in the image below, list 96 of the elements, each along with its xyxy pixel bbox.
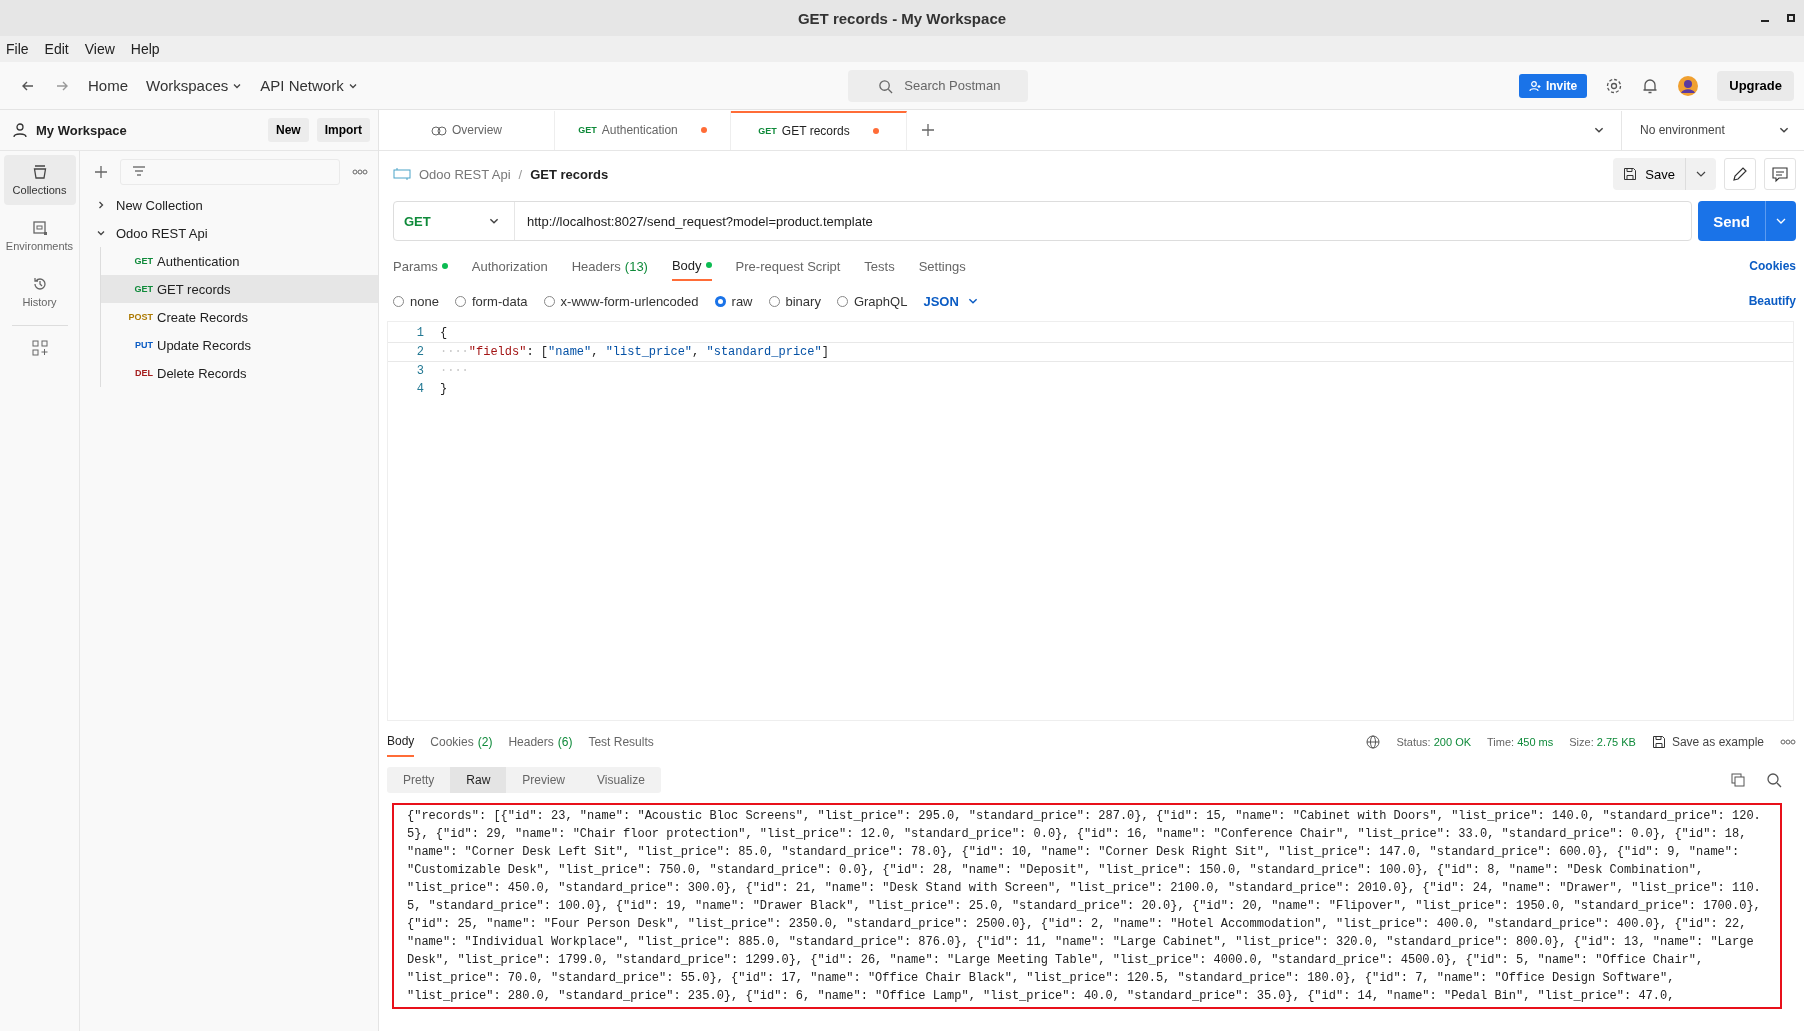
save-as-example-button[interactable]: Save as example	[1651, 735, 1764, 749]
view-tab[interactable]: Visualize	[581, 767, 661, 793]
response-stat: Status: 200 OK	[1396, 736, 1472, 748]
request-section-tab[interactable]: Headers (13)	[571, 251, 648, 281]
more-icon[interactable]	[352, 169, 368, 175]
request-item[interactable]: GET GET records	[101, 275, 378, 303]
request-item[interactable]: PUT Update Records	[101, 331, 378, 359]
add-user-icon	[1528, 79, 1541, 92]
rail-item[interactable]: History	[3, 267, 76, 317]
code-editor[interactable]: 1 { 2 ····"fields": ["name", "list_price", "standard_price"] 3 ···· 4 }	[387, 321, 1794, 721]
line-number: 3	[415, 364, 425, 378]
response-stat: Size: 2.75 KB	[1569, 736, 1636, 748]
search-icon	[878, 78, 894, 94]
view-tab[interactable]: Raw	[450, 767, 507, 793]
save-icon	[1623, 167, 1638, 181]
overview-icon	[431, 124, 447, 136]
menu-item[interactable]: File	[6, 41, 29, 57]
filter-field[interactable]	[120, 159, 340, 185]
line-number: 1	[415, 326, 425, 340]
workspace-name: My Workspace	[36, 122, 127, 138]
code-line: }	[440, 382, 448, 396]
request-section-tab[interactable]: Tests	[864, 251, 895, 281]
nav-dropdown[interactable]: API Network	[260, 77, 358, 94]
rail-item[interactable]: Environments	[3, 211, 76, 261]
body-mode-radio[interactable]: x-www-form-urlencoded	[543, 293, 699, 309]
request-section-tab[interactable]: Settings	[918, 251, 966, 281]
body-mode-radio[interactable]: form-data	[454, 293, 528, 309]
pencil-icon[interactable]	[1724, 158, 1756, 190]
view-tab[interactable]: Preview	[506, 767, 582, 793]
copy-icon[interactable]	[1730, 772, 1746, 788]
response-tab[interactable]: Test Results	[588, 727, 654, 757]
line-number: 2	[415, 345, 425, 359]
line-number: 4	[415, 382, 425, 396]
menu-item[interactable]: Help	[130, 41, 160, 57]
new-tab-icon[interactable]	[921, 123, 935, 137]
user-icon	[12, 122, 28, 138]
filter-icon	[131, 165, 147, 179]
rail-item[interactable]: Collections	[3, 155, 76, 205]
request-item[interactable]: DEL Delete Records	[101, 359, 378, 387]
invite-button[interactable]: Invite	[1518, 73, 1588, 98]
environment-icon	[31, 220, 48, 236]
menu-item[interactable]: View	[84, 41, 115, 57]
collection-item[interactable]: Odoo REST Api	[80, 219, 378, 247]
save-icon	[1651, 735, 1666, 749]
response-tab[interactable]: Body	[387, 727, 415, 757]
format-dropdown[interactable]: JSON	[923, 293, 979, 309]
settings-icon[interactable]	[1605, 76, 1624, 95]
request-section-tab[interactable]: Authorization	[471, 251, 548, 281]
chevron-right-icon	[96, 200, 106, 210]
add-apps-icon[interactable]	[31, 340, 48, 356]
request-section-tab[interactable]: Pre-request Script	[735, 251, 841, 281]
comment-icon[interactable]	[1764, 158, 1796, 190]
body-mode-radio[interactable]: none	[393, 293, 439, 309]
beautify-link[interactable]: Beautify	[1748, 294, 1796, 308]
more-icon[interactable]	[1780, 739, 1796, 745]
search-icon[interactable]	[1766, 772, 1782, 788]
request-tab[interactable]: GET Authentication	[555, 110, 731, 150]
request-section-tab[interactable]: Body	[671, 251, 712, 281]
search-field[interactable]: Search Postman	[848, 69, 1029, 102]
menu-item[interactable]: Edit	[44, 41, 69, 57]
upgrade-button[interactable]: Upgrade	[1717, 70, 1794, 101]
request-section-tab[interactable]: Params	[393, 251, 448, 281]
response-stat: Time: 450 ms	[1487, 736, 1554, 748]
view-tab[interactable]: Pretty	[387, 767, 451, 793]
breadcrumb-link[interactable]: Odoo REST Api	[419, 166, 511, 182]
nav-dropdown[interactable]: Workspaces	[146, 77, 243, 94]
request-item[interactable]: POST Create Records	[101, 303, 378, 331]
body-mode-radio[interactable]: binary	[768, 293, 821, 309]
chevron-down-icon	[96, 228, 106, 238]
response-tab[interactable]: Cookies (2)	[430, 727, 493, 757]
nav-link[interactable]: Home	[88, 77, 128, 94]
breadcrumb-separator: /	[518, 166, 523, 182]
globe-icon	[1366, 735, 1381, 749]
plus-icon[interactable]	[94, 165, 108, 179]
response-tab[interactable]: Headers (6)	[508, 727, 573, 757]
request-tab[interactable]: GET GET records	[731, 110, 907, 150]
maximize-icon[interactable]	[1786, 13, 1796, 23]
workspace-button[interactable]: New	[267, 118, 309, 142]
body-mode-radio[interactable]: raw	[714, 293, 753, 309]
code-line: {	[440, 326, 448, 340]
trash-bin-icon	[31, 164, 48, 180]
history-icon	[31, 276, 48, 292]
collection-item[interactable]: New Collection	[80, 191, 378, 219]
request-tab[interactable]: Overview	[379, 110, 555, 150]
environment-dropdown[interactable]: No environment	[1621, 110, 1790, 150]
bell-icon[interactable]	[1641, 76, 1660, 95]
request-name: GET records	[530, 166, 609, 182]
code-line: ····	[440, 364, 469, 378]
cookies-link[interactable]: Cookies	[1749, 259, 1796, 273]
avatar-icon[interactable]	[1677, 74, 1700, 97]
workspace-button[interactable]: Import	[316, 118, 370, 142]
request-item[interactable]: GET Authentication	[101, 247, 378, 275]
window-title: GET records - My Workspace	[797, 9, 1007, 27]
body-mode-radio[interactable]: GraphQL	[836, 293, 908, 309]
response-body: {"records": [{"id": 23, "name": "Acoustic Bloc Screens", "list_price": 295.0, "standard_price": 287.0}, {"id": 15, "name": "Cabinet with Doors", "list_price": 140.0, "standard_price": 120. 5}, {"id": 29, "name": "Chair floor protection", "list_price": 12.0, "standard_price": 0.0}, {"id": 16, "name": "Conference Chair", "list_price": 33.0, "standard_price": 0.0}, {"id": 18, "name": "Corner Desk Left Sit", "list_price": 85.0, "standard_price": 78.0}, {"id": 10, "name": "Corner Desk Right Sit", "list_price": 147.0, "standard_price": 600.0}, {"id": 9, "name": "Customizable Desk", "list_price": 750.0, "standard_price": 0.0}, {"id": 28, "name": "Deposit", "list_price": 150.0, "standard_price": 100.0}, {"id": 8, "name": "Desk Combination", "list_price": 450.0, "standard_price": 300.0}, {"id": 21, "name": "Desk Stand with Screen", "list_price": 2100.0, "standard_price": 2010.0}, {"id": 24, "name": "Drawer", "list_price": 110. 5, "standard_price": 100.0}, {"id": 19, "name": "Drawer Black", "list_price": 25.0, "standard_price": 20.0}, {"id": 20, "name": "Flipover", "list_price": 1950.0, "standard_price": 1700.0}, {"id": 25, "name": "Four Person Desk", "list_price": 2350.0, "standard_price": 2500.0}, {"id": 2, "name": "Hotel Accommodation", "list_price": 400.0, "standard_price": 400.0}, {"id": 22, "name": "Individual Workplace", "list_price": 885.0, "standard_price": 876.0}, {"id": 11, "name": "Large Cabinet", "list_price": 320.0, "standard_price": 800.0}, {"id": 13, "name": "Large Desk", "list_price": 1799.0, "standard_price": 1299.0}, {"id": 26, "name": "Large Meeting Table", "list_price": 4000.0, "standard_price": 4500.0}, {"id": 5, "name": "Office Chair", "list_price": 70.0, "standard_price": 55.0}, {"id": 17, "name": "Office Chair Black", "list_price": 120.5, "standard_price": 180.0}, {"id": 7, "name": "Office Design Software", "list_price": 280.0, "standard_price": 235.0}, {"id": 6, "name": "Office Lamp", "list_price": 40.0, "standard_price": 35.0}, {"id": 14, "name": "Pedal Bin", "list_price": 47.0,	[392, 803, 1782, 1009]
code-line: ····"fields": ["name", "list_price", "standard_price"]	[440, 345, 829, 359]
